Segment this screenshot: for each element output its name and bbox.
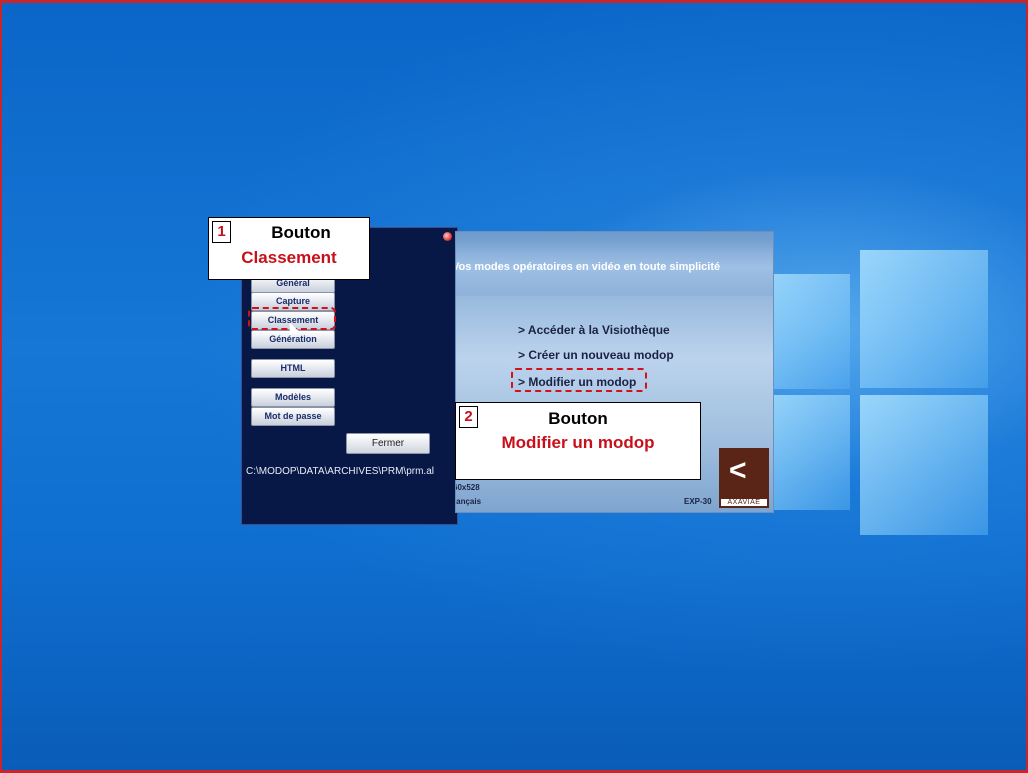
callout-2-subtitle: Modifier un modop <box>501 433 655 452</box>
password-button[interactable]: Mot de passe <box>251 407 335 426</box>
html-button[interactable]: HTML <box>251 359 335 378</box>
visiotheque-link[interactable]: > Accéder à la Visiothèque <box>518 323 670 337</box>
frame-border-top <box>0 0 1028 3</box>
close-button[interactable]: Fermer <box>346 433 430 454</box>
callout-1-subtitle: Classement <box>241 248 337 267</box>
callout-1: 1 Bouton Classement <box>208 217 370 280</box>
modeles-button[interactable]: Modèles <box>251 388 335 407</box>
callout-2: 2 Bouton Modifier un modop <box>455 402 701 480</box>
modify-modop-highlight <box>511 368 647 392</box>
version-label: EXP-30 <box>684 497 712 506</box>
callout-1-title: Bouton <box>271 223 331 242</box>
create-modop-link[interactable]: > Créer un nouveau modop <box>518 348 674 362</box>
close-icon[interactable] <box>443 232 452 241</box>
axaviae-logo: < AXAVIAE <box>719 448 769 508</box>
logo-text: AXAVIAE <box>721 499 767 506</box>
frame-border-left <box>0 0 2 773</box>
archive-path: C:\MODOP\DATA\ARCHIVES\PRM\prm.al <box>246 466 434 477</box>
splash-title: Vos modes opératoires en vidéo en toute … <box>455 261 721 273</box>
language-label: rançais <box>455 497 482 506</box>
callout-2-title: Bouton <box>548 409 608 428</box>
resolution-label: 60x528 <box>455 483 480 492</box>
logo-chevron-icon: < <box>729 454 747 487</box>
